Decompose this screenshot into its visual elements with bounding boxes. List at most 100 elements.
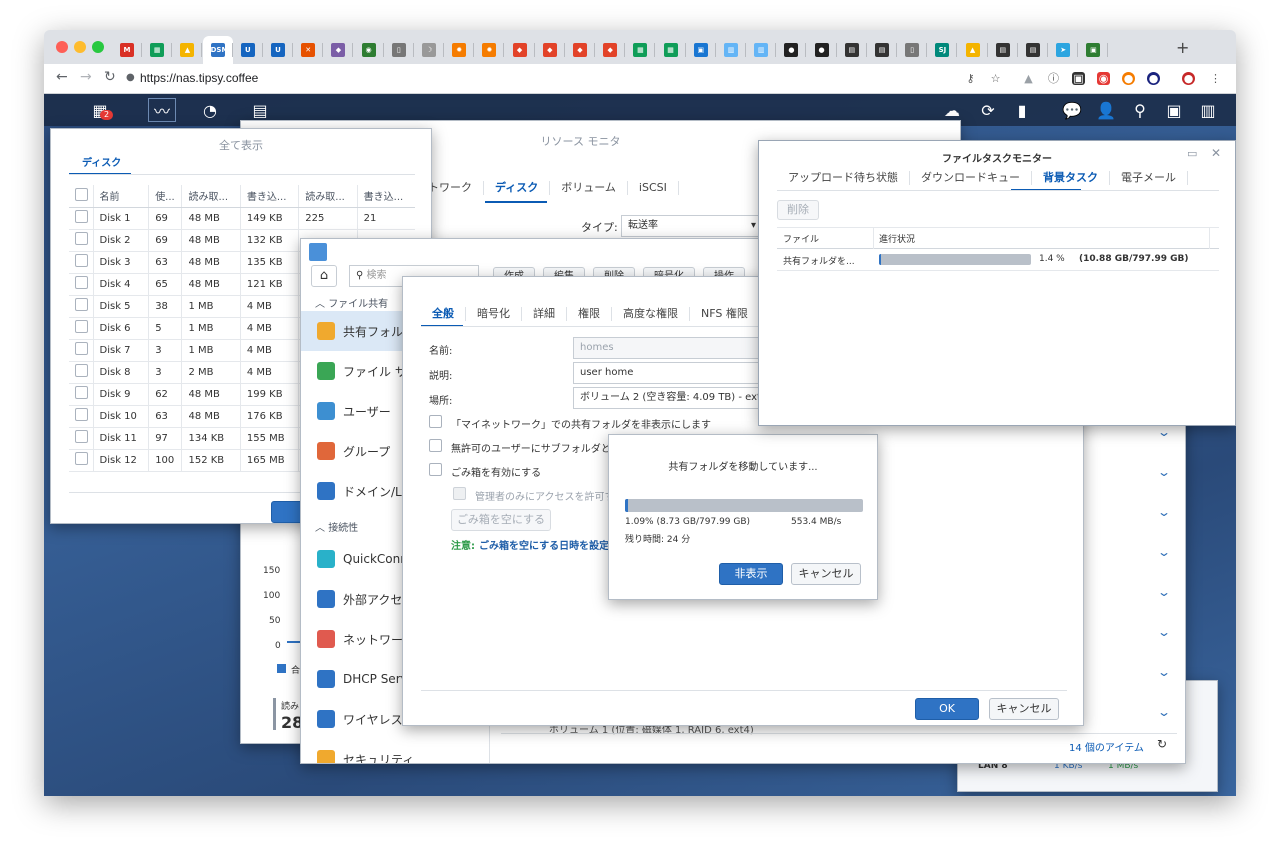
file-task-row[interactable]: 共有フォルダを... 1.4 % (10.88 GB/797.99 GB) [777, 249, 1219, 271]
row-check-cell[interactable] [69, 427, 93, 450]
file-task-tab[interactable]: ダウンロードキュー [910, 171, 1032, 185]
key-icon[interactable]: ⚷ [964, 72, 977, 85]
type-select[interactable]: 転送率 ▾ [621, 215, 761, 237]
select-all-checkbox[interactable] [75, 187, 88, 201]
row-checkbox[interactable] [75, 364, 88, 377]
zoom-window-button[interactable] [92, 41, 104, 53]
shared-folder-tab[interactable]: NFS 権限 [690, 307, 760, 321]
notes-icon[interactable]: ▮ [1010, 98, 1034, 122]
file-task-tab[interactable]: アップロード待ち状態 [777, 171, 910, 185]
browser-tab[interactable]: ▯ [384, 36, 414, 64]
hide-subfolders-checkbox[interactable] [429, 439, 442, 452]
row-check-cell[interactable] [69, 317, 93, 340]
orange-ext-icon[interactable]: ● [1122, 72, 1135, 85]
row-checkbox[interactable] [75, 452, 88, 465]
browser-tab[interactable]: ◆ [565, 36, 595, 64]
hide-button[interactable]: 非表示 [719, 563, 783, 585]
tab-disk[interactable]: ディスク [82, 154, 121, 169]
cancel-button[interactable]: キャンセル [989, 698, 1059, 720]
file-task-tab[interactable]: 背景タスク [1032, 171, 1110, 185]
row-checkbox[interactable] [75, 210, 88, 223]
shared-folder-tab[interactable]: 全般 [421, 307, 466, 321]
browser-tab[interactable]: ✹ [474, 36, 505, 64]
browser-tab[interactable]: ➤ [1048, 36, 1079, 64]
browser-tab[interactable]: ▣ [1078, 36, 1109, 64]
row-checkbox[interactable] [75, 320, 88, 333]
browser-tab[interactable]: ◆ [595, 36, 626, 64]
admin-only-checkbox[interactable] [453, 487, 466, 500]
record-ext-icon[interactable]: ◉ [1097, 72, 1110, 85]
chevron-down-icon[interactable]: ⌄ [1157, 665, 1171, 679]
shared-folder-tab[interactable]: 詳細 [522, 307, 567, 321]
row-checkbox[interactable] [75, 408, 88, 421]
desktop-layout-icon[interactable]: ▥ [1196, 98, 1220, 122]
backup-status-icon[interactable]: ⟳ [976, 98, 1000, 122]
sidebar-item[interactable]: セキュリティ [301, 739, 489, 763]
column-header[interactable]: 書き込... [356, 185, 415, 208]
row-check-cell[interactable] [69, 449, 93, 472]
row-check-cell[interactable] [69, 405, 93, 428]
resource-monitor-tab[interactable]: ディスク [484, 181, 551, 195]
minimize-window-button[interactable] [74, 41, 86, 53]
url-field[interactable]: https://nas.tipsy.coffee [140, 71, 258, 85]
table-row[interactable]: Disk 1 69 48 MB 149 KB 225 21 [69, 207, 415, 230]
location-select[interactable]: ボリューム 2 (空き容量: 4.09 TB) - ext [573, 387, 773, 409]
section-connectivity[interactable]: ︿ 接続性 [315, 519, 358, 534]
file-task-tab[interactable]: 電子メール [1110, 171, 1188, 185]
row-check-cell[interactable] [69, 229, 93, 252]
search-icon[interactable]: ⚲ [1128, 98, 1152, 122]
browser-tab[interactable]: ✕ [293, 36, 324, 64]
bookmark-star-icon[interactable]: ☆ [989, 72, 1002, 85]
browser-tab[interactable]: ▦ [656, 36, 686, 64]
name-field[interactable]: homes [573, 337, 773, 359]
reload-icon[interactable]: ↻ [104, 69, 116, 85]
browser-tab[interactable]: ◆ [323, 36, 354, 64]
shared-folder-tab[interactable]: 権限 [567, 307, 612, 321]
close-window-button[interactable] [56, 41, 68, 53]
profile-icon[interactable]: ● [1182, 72, 1195, 85]
shared-folder-tab[interactable]: 暗号化 [466, 307, 522, 321]
browser-tab[interactable]: ▦ [625, 36, 656, 64]
browser-tab[interactable]: ◆ [535, 36, 565, 64]
row-checkbox[interactable] [75, 342, 88, 355]
row-checkbox[interactable] [75, 386, 88, 399]
drive-ext-icon[interactable]: ▲ [1022, 72, 1035, 85]
browser-tab[interactable]: ▦ [142, 36, 173, 64]
notifications-icon[interactable]: 💬 [1060, 98, 1084, 122]
select-all-cell[interactable] [69, 185, 93, 208]
widgets-icon[interactable]: ▣ [1162, 98, 1186, 122]
resource-monitor-taskbar-icon[interactable]: 〰 [148, 98, 176, 122]
back-icon[interactable]: ← [56, 69, 68, 85]
info-ext-icon[interactable]: ⓘ [1047, 72, 1060, 85]
storage-manager-taskbar-icon[interactable]: ◔ [198, 98, 222, 122]
column-header[interactable]: 使... [148, 185, 182, 208]
new-tab-button[interactable]: + [1176, 38, 1189, 57]
close-icon[interactable]: ✕ [1211, 146, 1221, 160]
browser-tab[interactable]: U [233, 36, 263, 64]
home-button[interactable]: ⌂ [311, 265, 337, 287]
browser-tab[interactable]: ▤ [988, 36, 1018, 64]
hide-in-network-checkbox[interactable] [429, 415, 442, 428]
row-check-cell[interactable] [69, 207, 93, 230]
cloud-sync-icon[interactable]: ☁ [940, 98, 964, 122]
chevron-down-icon[interactable]: ⌄ [1157, 425, 1171, 439]
browser-tab[interactable]: ▤ [837, 36, 867, 64]
menu-icon[interactable]: ⋮ [1209, 72, 1222, 85]
browser-tab[interactable]: M [112, 36, 142, 64]
forward-icon[interactable]: → [80, 69, 92, 85]
blue-ext-icon[interactable]: ● [1147, 72, 1160, 85]
user-menu-icon[interactable]: 👤 [1094, 98, 1118, 122]
chevron-down-icon[interactable]: ⌄ [1157, 585, 1171, 599]
browser-tab[interactable]: ◉ [354, 36, 384, 64]
control-panel-taskbar-icon[interactable]: ▤ [248, 98, 272, 122]
browser-tab[interactable]: ☽ [414, 36, 444, 64]
shared-folder-tab[interactable]: 高度な権限 [612, 307, 690, 321]
section-file-sharing[interactable]: ︿ ファイル共有 [315, 295, 388, 310]
row-checkbox[interactable] [75, 430, 88, 443]
browser-tab[interactable]: ▥ [746, 36, 777, 64]
row-check-cell[interactable] [69, 361, 93, 384]
browser-tab[interactable]: ● [807, 36, 837, 64]
screen-ext-icon[interactable]: ▣ [1072, 72, 1085, 85]
browser-tab[interactable]: ▤ [867, 36, 897, 64]
row-check-cell[interactable] [69, 295, 93, 318]
